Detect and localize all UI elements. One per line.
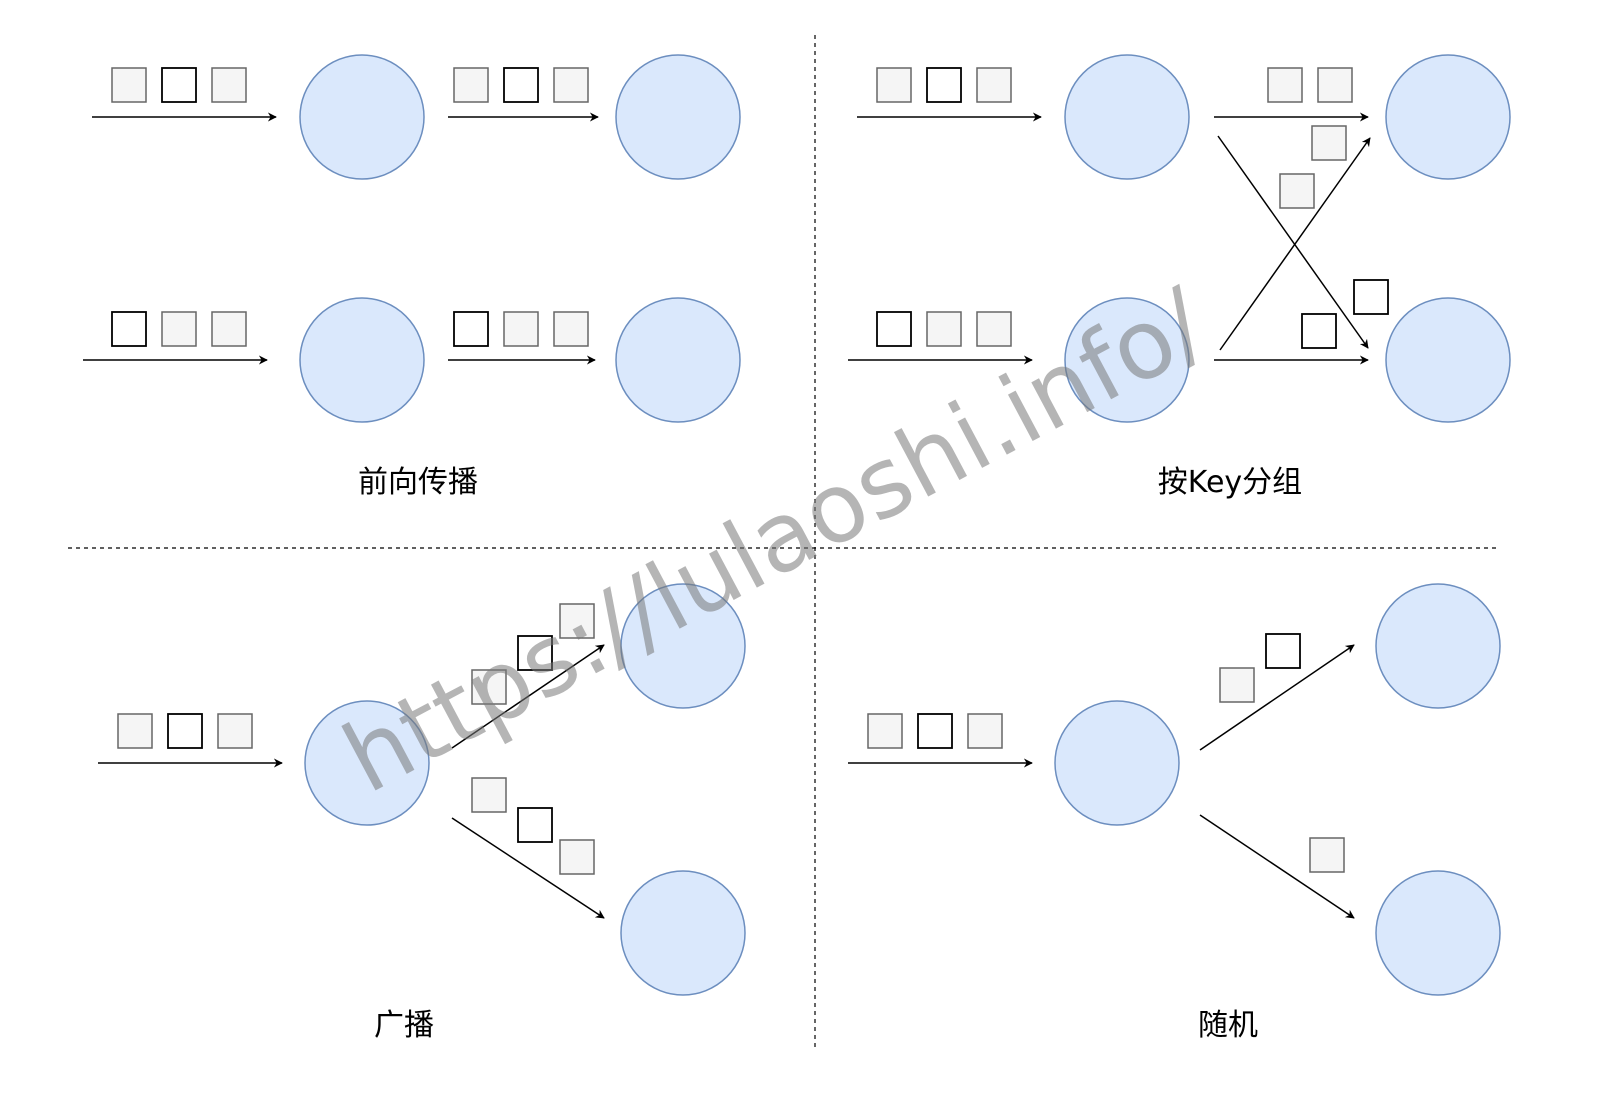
data-record-white [161, 67, 197, 103]
operator-node [1064, 54, 1190, 180]
operator-node [1375, 583, 1501, 709]
data-record-gray [211, 311, 247, 347]
data-record-gray [1317, 67, 1353, 103]
data-record-gray [503, 311, 539, 347]
data-record-gray [471, 777, 507, 813]
data-record-gray [553, 311, 589, 347]
data-record-gray [217, 713, 253, 749]
operator-node [615, 54, 741, 180]
data-record-white [1353, 279, 1389, 315]
operator-node [615, 297, 741, 423]
operator-node [299, 297, 425, 423]
data-record-gray [967, 713, 1003, 749]
data-record-gray [1219, 667, 1255, 703]
data-record-gray [1309, 837, 1345, 873]
partitioning-diagram: 前向传播 按Key分组 广播 随机 https://lulaoshi.info/ [68, 35, 1511, 1050]
data-record-white [517, 807, 553, 843]
data-record-white [1301, 313, 1337, 349]
data-record-gray [867, 713, 903, 749]
quadrant-random: 随机 [848, 583, 1501, 1043]
quadrant-forward: 前向传播 [83, 54, 741, 500]
data-record-gray [161, 311, 197, 347]
data-record-white [453, 311, 489, 347]
data-record-gray [876, 67, 912, 103]
data-record-white [876, 311, 912, 347]
data-record-gray [1267, 67, 1303, 103]
data-record-white [167, 713, 203, 749]
operator-node [1385, 297, 1511, 423]
data-record-white [1265, 633, 1301, 669]
data-record-gray [976, 67, 1012, 103]
data-record-gray [453, 67, 489, 103]
data-record-white [917, 713, 953, 749]
edge-arrow [1217, 135, 1369, 349]
data-record-gray [1311, 125, 1347, 161]
operator-node [1375, 870, 1501, 996]
data-record-gray [553, 67, 589, 103]
data-record-white [926, 67, 962, 103]
data-record-gray [1279, 173, 1315, 209]
caption-broadcast: 广播 [374, 1008, 434, 1043]
data-record-gray [559, 839, 595, 875]
operator-node [620, 870, 746, 996]
data-record-gray [117, 713, 153, 749]
data-record-gray [211, 67, 247, 103]
caption-forward: 前向传播 [358, 465, 478, 500]
caption-random: 随机 [1198, 1008, 1258, 1043]
data-record-gray [111, 67, 147, 103]
data-record-white [503, 67, 539, 103]
operator-node [299, 54, 425, 180]
data-record-gray [976, 311, 1012, 347]
operator-node [1054, 700, 1180, 826]
caption-key-group: 按Key分组 [1158, 465, 1302, 500]
data-record-gray [926, 311, 962, 347]
data-record-white [111, 311, 147, 347]
operator-node [1385, 54, 1511, 180]
